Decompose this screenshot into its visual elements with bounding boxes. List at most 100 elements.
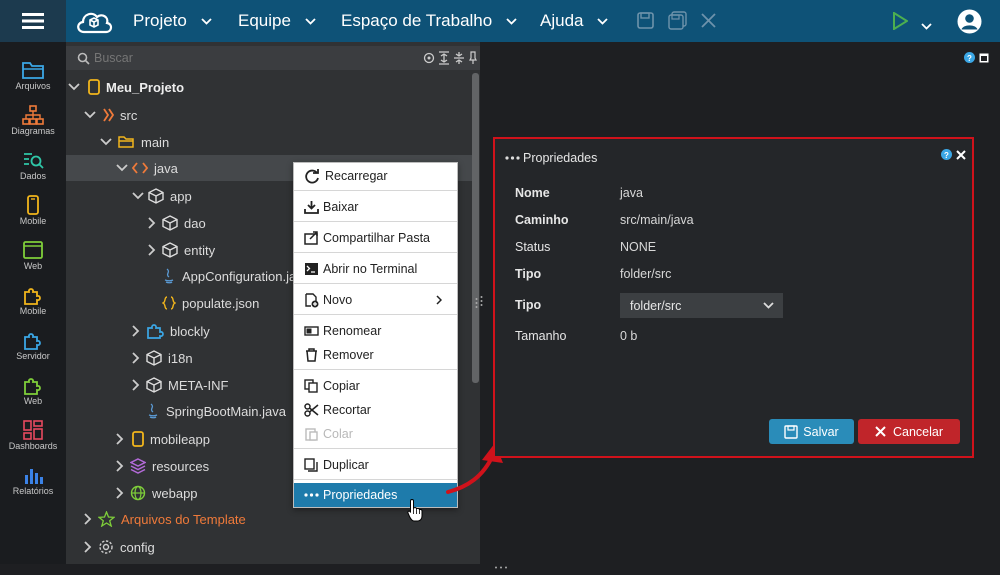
tree-row-app[interactable]: app (132, 183, 192, 209)
package-icon (162, 215, 178, 231)
cancel-button[interactable]: Cancelar (858, 419, 960, 444)
sidebar-item-arquivos[interactable]: Arquivos (0, 60, 66, 105)
sidebar-label: Mobile (19, 216, 47, 226)
tree-row-dao[interactable]: dao (148, 210, 206, 236)
tree-row-mobileapp[interactable]: mobileapp (116, 426, 210, 452)
tree-row-appconfiguration[interactable]: AppConfiguration.java (162, 263, 310, 289)
package-icon (146, 377, 162, 393)
prop-value-tipo: folder/src (620, 267, 672, 281)
menu-item-novo[interactable]: Novo (294, 288, 457, 312)
sidebar-item-mobile-blocks[interactable]: Mobile (0, 285, 66, 330)
star-icon (98, 511, 115, 527)
tree-row-entity[interactable]: entity (148, 237, 215, 263)
bar-chart-icon (25, 469, 43, 484)
tree-row-blockly[interactable]: blockly (132, 318, 210, 344)
tree-row-config[interactable]: config (84, 534, 155, 560)
svg-text:?: ? (967, 54, 972, 63)
menu-espaco-de-trabalho[interactable]: Espaço de Trabalho (341, 0, 517, 42)
menu-ajuda[interactable]: Ajuda (540, 0, 609, 42)
submenu-chevron-icon (436, 295, 442, 305)
sidebar-item-relatorios[interactable]: Relatórios (0, 465, 66, 510)
sidebar-item-web-blocks[interactable]: Web (0, 375, 66, 420)
prop-value-nome: java (620, 186, 643, 200)
chevron-right-icon (84, 513, 92, 525)
prop-label-caminho: Caminho (515, 213, 569, 227)
sidebar-item-servidor[interactable]: Servidor (0, 330, 66, 375)
tree-row-webapp[interactable]: webapp (116, 480, 198, 506)
folder-open-icon (118, 136, 134, 148)
tree-row-main[interactable]: main (100, 129, 169, 155)
gear-icon (99, 540, 113, 554)
expand-all-icon[interactable] (438, 51, 450, 65)
menu-item-compartilhar-pasta[interactable]: Compartilhar Pasta (294, 226, 457, 250)
prop-value-status: NONE (620, 240, 657, 254)
help-icon[interactable]: ? (964, 50, 975, 68)
menu-separator (294, 190, 457, 191)
ellipsis-icon (505, 156, 520, 160)
tree-row-arquivos-template[interactable]: Arquivos do Template (84, 506, 246, 532)
tree-row-springbootmain[interactable]: SpringBootMain.java (146, 398, 286, 424)
menu-item-copiar[interactable]: Copiar (294, 374, 457, 398)
menu-item-abrir-terminal[interactable]: Abrir no Terminal (294, 257, 457, 281)
sidebar-item-web[interactable]: Web (0, 240, 66, 285)
menu-separator (294, 314, 457, 315)
dialog-help-icon[interactable]: ? (941, 147, 952, 165)
chevron-right-icon (132, 379, 140, 391)
sidebar-label: Diagramas (11, 126, 55, 136)
hamburger-menu-icon[interactable] (0, 0, 66, 42)
save-icon[interactable] (637, 12, 654, 34)
menu-item-baixar[interactable]: Baixar (294, 195, 457, 219)
dashboard-icon (23, 420, 43, 440)
menu-item-renomear[interactable]: Renomear (294, 319, 457, 343)
menu-separator (294, 221, 457, 222)
sidebar-label: Dados (19, 171, 46, 181)
menu-projeto[interactable]: Projeto (133, 0, 212, 42)
close-icon[interactable] (701, 13, 716, 33)
tree-row-meta-inf[interactable]: META-INF (132, 372, 228, 398)
rename-icon (304, 326, 319, 336)
sidebar-item-dados[interactable]: Dados (0, 150, 66, 195)
collapse-all-icon[interactable] (453, 51, 465, 65)
menu-item-propriedades[interactable]: Propriedades (294, 483, 457, 507)
tree-row-i18n[interactable]: i18n (132, 345, 193, 371)
search-input[interactable] (94, 49, 414, 67)
menu-item-duplicar[interactable]: Duplicar (294, 453, 457, 477)
user-avatar-icon[interactable] (957, 9, 982, 39)
maximize-icon[interactable] (979, 50, 989, 68)
properties-dialog: Propriedades ? Nome java Caminho src/mai… (493, 137, 974, 458)
tree-row-resources[interactable]: resources (116, 453, 209, 479)
save-all-icon[interactable] (668, 11, 687, 35)
sidebar-item-mobile[interactable]: Mobile (0, 195, 66, 240)
sidebar-item-dashboards[interactable]: Dashboards (0, 420, 66, 465)
dialog-close-icon[interactable] (956, 147, 966, 165)
sidebar-item-diagramas[interactable]: Diagramas (0, 105, 66, 150)
tree-row-project[interactable]: Meu_Projeto (68, 74, 184, 100)
chevron-right-icon (132, 325, 140, 337)
tree-scrollbar[interactable] (472, 73, 479, 383)
menu-item-recarregar[interactable]: Recarregar (294, 164, 457, 188)
menu-item-recortar[interactable]: Recortar (294, 398, 457, 422)
chevron-right-icon (116, 433, 124, 445)
java-file-icon (164, 268, 174, 284)
menu-equipe[interactable]: Equipe (238, 0, 316, 42)
diagram-icon (22, 105, 44, 125)
run-options-chevron-icon[interactable] (921, 17, 932, 35)
vertical-resize-handle[interactable] (479, 294, 484, 313)
tree-row-populate-json[interactable]: populate.json (162, 290, 259, 316)
bottom-resize-handle[interactable] (494, 557, 508, 575)
tree-row-src[interactable]: src (84, 102, 137, 128)
tree-row-java[interactable]: java (116, 155, 178, 181)
run-icon[interactable] (892, 11, 909, 35)
save-button[interactable]: Salvar (769, 419, 854, 444)
puzzle-icon (24, 288, 41, 305)
cloud-logo-icon (74, 6, 114, 41)
tipo-select[interactable]: folder/src (620, 293, 783, 318)
locate-icon[interactable] (423, 52, 435, 64)
menu-item-remover[interactable]: Remover (294, 343, 457, 367)
top-bar: Projeto Equipe Espaço de Trabalho Ajuda (0, 0, 1000, 42)
menu-item-colar[interactable]: Colar (294, 422, 457, 446)
pin-icon[interactable] (469, 51, 477, 65)
menu-separator (294, 369, 457, 370)
globe-icon (130, 485, 146, 501)
copy-icon (304, 379, 318, 393)
